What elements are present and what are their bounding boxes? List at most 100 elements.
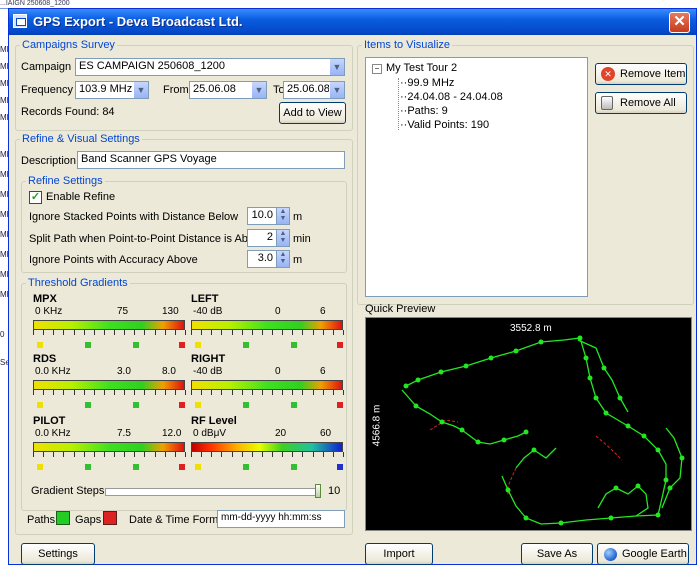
add-to-view-button[interactable]: Add to View [279,102,346,124]
gauge-tick [104,330,105,335]
gauge-scale-label: 0 dBμV [193,428,227,439]
save-as-button[interactable]: Save As [521,543,593,565]
gauge-tick [323,330,324,335]
gauge-gradient-bar[interactable] [33,380,185,390]
gauge-tick [33,330,34,335]
gauge-tick [232,390,233,395]
gauge-threshold-marker[interactable] [195,402,201,408]
gauge-tick [104,390,105,395]
gauge-threshold-marker[interactable] [243,342,249,348]
gauge-scale-label: 130 [162,306,179,317]
enable-refine-checkbox[interactable]: ✓ [29,191,42,204]
gauge-threshold-marker[interactable] [37,342,43,348]
gauge-tick [185,390,186,395]
gauge-tick [134,390,135,395]
gauge-threshold-marker[interactable] [85,402,91,408]
tree-root[interactable]: − My Test Tour 2 [372,62,457,74]
date-time-format-input[interactable]: mm-dd-yyyy hh:mm:ss [217,510,345,528]
gauge-threshold-marker[interactable] [195,342,201,348]
import-button[interactable]: Import [365,543,433,565]
from-date-picker[interactable]: 25.06.08 ▼ [189,81,267,99]
gauge-threshold-marker[interactable] [133,402,139,408]
tree-child[interactable]: ··99.9 MHz [400,77,454,89]
gradient-steps-slider-thumb[interactable] [315,484,321,498]
google-earth-button[interactable]: Google Earth [597,543,689,565]
gauge-threshold-marker[interactable] [85,464,91,470]
gauge-tick [124,452,125,457]
remove-all-button[interactable]: Remove All [595,92,687,114]
gauge-threshold-marker[interactable] [37,402,43,408]
gauge-threshold-marker[interactable] [291,464,297,470]
gauge-threshold-marker[interactable] [133,464,139,470]
gauge-gradient-bar[interactable] [33,320,185,330]
gauge-threshold-marker[interactable] [179,464,185,470]
quick-preview-panel[interactable]: 3552.8 m 4566.8 m [365,317,692,531]
window-title: GPS Export - Deva Broadcast Ltd. [33,14,243,29]
to-date-picker[interactable]: 25.06.08 ▼ [283,81,345,99]
gauge-tick [272,452,273,457]
gauge-tick [74,390,75,395]
gauge-threshold-marker[interactable] [337,402,343,408]
gauge-threshold-marker[interactable] [37,464,43,470]
frequency-label: Frequency [21,84,73,96]
close-button[interactable]: ✕ [669,12,690,33]
remove-item-button[interactable]: ✕ Remove Item [595,63,687,85]
description-input[interactable]: Band Scanner GPS Voyage [77,151,345,169]
trash-icon [601,96,613,110]
ignore-accuracy-input[interactable]: 3.0 [247,250,277,268]
chevron-down-icon[interactable]: ▼ [329,59,344,75]
gauge-tick [175,330,176,335]
items-tree[interactable]: − My Test Tour 2 ··99.9 MHz ··24.04.08 - … [365,57,588,297]
gauge-threshold-marker[interactable] [291,342,297,348]
title-bar[interactable]: GPS Export - Deva Broadcast Ltd. ✕ [9,9,696,35]
paths-color-swatch[interactable] [56,511,70,525]
gauge-tick [124,330,125,335]
gaps-color-swatch[interactable] [103,511,117,525]
campaign-select[interactable]: ES CAMPAIGN 250608_1200 ▼ [75,58,345,76]
gauge-tick [191,452,192,457]
collapse-icon[interactable]: − [372,64,382,74]
ignore-stacked-input[interactable]: 10.0 [247,207,277,225]
gauge-tick [165,390,166,395]
from-date-value: 25.06.08 [193,83,236,95]
campaigns-survey-legend: Campaigns Survey [22,39,115,51]
split-path-input[interactable]: 2 [247,229,277,247]
gauge-gradient-bar[interactable] [33,442,185,452]
gauge-threshold-marker[interactable] [195,464,201,470]
gauge-tick [114,452,115,457]
gradient-steps-slider[interactable] [105,488,321,496]
gauge-threshold-marker[interactable] [337,342,343,348]
gauge-threshold-marker[interactable] [243,402,249,408]
chevron-down-icon[interactable]: ▼ [251,82,266,98]
ignore-accuracy-spinner[interactable]: ▲ ▼ [276,250,290,268]
split-path-spinner[interactable]: ▲ ▼ [276,229,290,247]
gauge-tick [185,452,186,457]
chevron-down-icon[interactable]: ▼ [329,82,344,98]
gauge-scale-label: 0.0 KHz [35,428,71,439]
gauge-tick [53,330,54,335]
ignore-stacked-spinner[interactable]: ▲ ▼ [276,207,290,225]
frequency-select[interactable]: 103.9 MHz ▼ [75,81,149,99]
tree-child[interactable]: ··24.04.08 - 24.04.08 [400,91,503,103]
gauge-tick [282,390,283,395]
gauge-threshold-marker[interactable] [133,342,139,348]
gauge-gradient-bar[interactable] [191,380,343,390]
tree-child[interactable]: ··Paths: 9 [400,105,448,117]
gauge-tick [262,452,263,457]
gauge-gradient-bar[interactable] [191,320,343,330]
gauge-threshold-marker[interactable] [291,402,297,408]
gauge-tick [104,452,105,457]
tree-child[interactable]: ··Valid Points: 190 [400,119,489,131]
gauge-threshold-marker[interactable] [85,342,91,348]
chevron-down-icon[interactable]: ▼ [133,82,148,98]
gauge-threshold-marker[interactable] [243,464,249,470]
gauge-gradient-bar[interactable] [191,442,343,452]
preview-height-label: 4566.8 m [371,404,383,447]
gauge-tick [252,390,253,395]
gauge-threshold-marker[interactable] [179,402,185,408]
gauge-threshold-marker[interactable] [337,464,343,470]
route-path [401,389,527,445]
gauge-tick [43,330,44,335]
settings-button[interactable]: Settings [21,543,95,565]
gauge-threshold-marker[interactable] [179,342,185,348]
